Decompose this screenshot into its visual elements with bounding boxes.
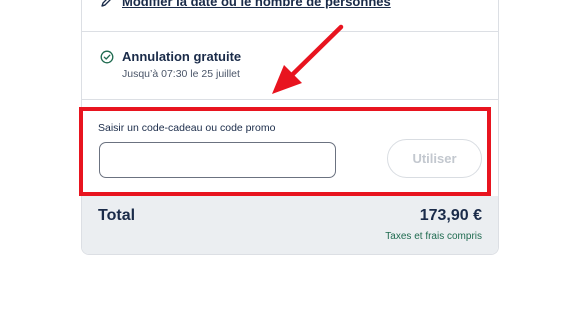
cancellation-title: Annulation gratuite — [122, 49, 242, 64]
promo-code-input[interactable] — [99, 142, 336, 178]
pencil-icon — [101, 0, 111, 7]
divider — [82, 99, 498, 100]
page: Modifier la date ou le nombre de personn… — [0, 0, 569, 313]
total-section: Total 173,90 € Taxes et frais compris — [82, 196, 498, 254]
total-amount: 173,90 € — [419, 207, 482, 224]
cancellation-deadline: Jusqu’à 07:30 le 25 juillet — [122, 68, 240, 80]
apply-promo-button[interactable]: Utiliser — [387, 139, 482, 178]
promo-code-label: Saisir un code-cadeau ou code promo — [98, 122, 276, 134]
divider — [82, 31, 498, 32]
modify-booking-row[interactable]: Modifier la date ou le nombre de personn… — [100, 0, 391, 11]
total-label: Total — [98, 207, 136, 224]
taxes-note: Taxes et frais compris — [385, 231, 482, 242]
check-circle-icon — [100, 50, 114, 64]
modify-date-link[interactable]: Modifier la date ou le nombre de personn… — [122, 0, 391, 9]
booking-summary-card: Modifier la date ou le nombre de personn… — [81, 0, 499, 255]
